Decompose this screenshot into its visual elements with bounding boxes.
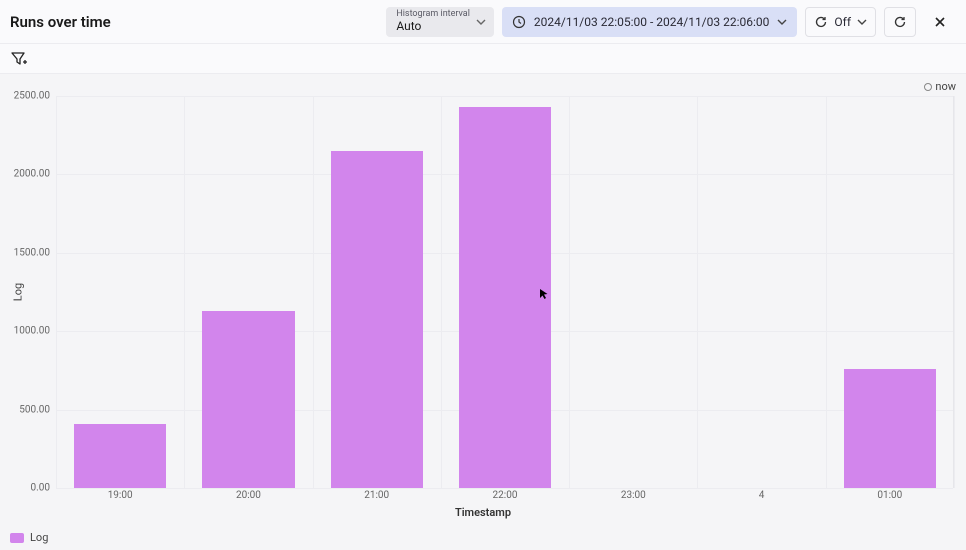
- refresh-icon: [814, 15, 828, 29]
- legend-label: Log: [30, 531, 48, 544]
- chart-plot-area[interactable]: Log 0.00500.001000.001500.002000.002500.…: [56, 96, 954, 488]
- chevron-down-icon: [476, 17, 486, 27]
- cursor-icon: [539, 288, 549, 300]
- time-range-text: 2024/11/03 22:05:00 - 2024/11/03 22:06:0…: [534, 15, 770, 29]
- time-range-picker[interactable]: 2024/11/03 22:05:00 - 2024/11/03 22:06:0…: [502, 7, 798, 37]
- y-axis-title: Log: [12, 283, 25, 301]
- bar[interactable]: [74, 424, 166, 488]
- chevron-down-icon: [857, 17, 867, 27]
- x-tick-label: 23:00: [621, 490, 646, 501]
- clock-icon: [512, 15, 526, 29]
- autorefresh-label: Off: [834, 15, 851, 29]
- chevron-down-icon: [777, 17, 787, 27]
- x-axis-title: Timestamp: [8, 506, 958, 519]
- now-indicator: now: [924, 80, 956, 93]
- close-button[interactable]: [924, 7, 956, 37]
- add-filter-button[interactable]: [10, 50, 28, 68]
- histogram-interval-value: Auto: [396, 19, 470, 33]
- y-tick-label: 1500.00: [10, 247, 50, 258]
- bar[interactable]: [844, 369, 936, 488]
- histogram-interval-label: Histogram interval: [396, 10, 470, 19]
- y-tick-label: 2000.00: [10, 169, 50, 180]
- legend-swatch: [10, 533, 24, 543]
- x-tick-label: 01:00: [877, 490, 902, 501]
- x-tick-label: 20:00: [236, 490, 261, 501]
- legend: Log: [0, 525, 966, 550]
- x-tick-label: 4: [759, 490, 765, 501]
- bar[interactable]: [331, 151, 423, 488]
- histogram-interval-select[interactable]: Histogram interval Auto: [386, 7, 494, 37]
- y-tick-label: 0.00: [10, 483, 50, 494]
- y-tick-label: 2500.00: [10, 91, 50, 102]
- x-tick-label: 21:00: [364, 490, 389, 501]
- bar[interactable]: [202, 311, 294, 488]
- refresh-button[interactable]: [884, 7, 916, 37]
- x-tick-label: 19:00: [108, 490, 133, 501]
- y-tick-label: 500.00: [10, 404, 50, 415]
- page-title: Runs over time: [10, 13, 111, 31]
- x-tick-label: 22:00: [493, 490, 518, 501]
- bar[interactable]: [459, 107, 551, 488]
- refresh-icon: [893, 15, 907, 29]
- y-tick-label: 1000.00: [10, 326, 50, 337]
- autorefresh-toggle[interactable]: Off: [805, 7, 876, 37]
- filter-add-icon: [10, 50, 28, 68]
- close-icon: [933, 15, 947, 29]
